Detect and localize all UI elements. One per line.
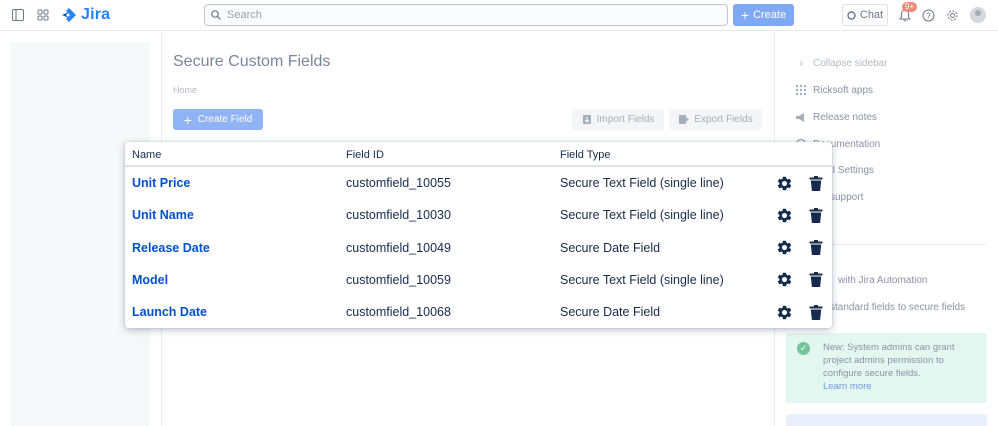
app-switcher-icon[interactable] bbox=[37, 9, 49, 21]
sidebar-item-ricksoft-apps[interactable]: Ricksoft apps bbox=[795, 84, 873, 96]
create-button-label: Create bbox=[753, 9, 786, 21]
plus-icon: + bbox=[184, 115, 192, 125]
info-notice: ✓ New: System admins can grant project a… bbox=[786, 333, 987, 403]
create-field-label: Create Field bbox=[198, 114, 252, 125]
field-name-link[interactable]: Launch Date bbox=[132, 305, 207, 319]
field-type: Secure Date Field bbox=[560, 241, 660, 255]
sidebar-item-label: with Jira Automation bbox=[838, 275, 928, 286]
collapse-sidebar-button[interactable]: › Collapse sidebar bbox=[795, 57, 888, 69]
notice-message: New: System admins can grant project adm… bbox=[823, 342, 954, 379]
field-name-link[interactable]: Release Date bbox=[132, 241, 210, 255]
field-name-link[interactable]: Unit Price bbox=[132, 176, 190, 190]
megaphone-icon bbox=[795, 111, 807, 123]
user-avatar[interactable] bbox=[970, 7, 986, 23]
create-button[interactable]: + Create bbox=[733, 4, 794, 26]
table-row: Launch Date customfield_10068 Secure Date … bbox=[125, 296, 832, 328]
column-header-name[interactable]: Name bbox=[132, 149, 161, 161]
settings-gear-icon[interactable] bbox=[775, 303, 793, 321]
import-fields-label: Import Fields bbox=[597, 114, 655, 125]
field-name-link[interactable]: Unit Name bbox=[132, 208, 194, 222]
field-type: Secure Text Field (single line) bbox=[560, 176, 724, 190]
column-header-field-type[interactable]: Field Type bbox=[560, 149, 611, 161]
check-circle-icon: ✓ bbox=[797, 342, 810, 355]
trash-icon[interactable] bbox=[807, 206, 825, 224]
search-box[interactable] bbox=[204, 4, 728, 26]
table-row: Model customfield_10059 Secure Text Field … bbox=[125, 264, 832, 296]
jira-logo[interactable]: Jira bbox=[61, 6, 110, 24]
field-id: customfield_10055 bbox=[346, 176, 451, 190]
sidebar-item-support[interactable]: support bbox=[830, 192, 863, 203]
plus-icon: + bbox=[741, 10, 749, 20]
create-field-button[interactable]: + Create Field bbox=[173, 109, 263, 130]
field-id: customfield_10059 bbox=[346, 273, 451, 287]
page-title: Secure Custom Fields bbox=[173, 53, 330, 71]
secure-fields-table-popup: Name Field ID Field Type Unit Price custo… bbox=[125, 142, 832, 328]
trash-icon[interactable] bbox=[807, 303, 825, 321]
field-type: Secure Text Field (single line) bbox=[560, 273, 724, 287]
chevron-right-icon: › bbox=[795, 57, 807, 69]
help-icon[interactable]: ? bbox=[921, 8, 935, 22]
table-row: Unit Name customfield_10030 Secure Text Fi… bbox=[125, 199, 832, 231]
field-type: Secure Date Field bbox=[560, 305, 660, 319]
export-fields-label: Export Fields bbox=[694, 114, 752, 125]
chat-button[interactable]: Chat bbox=[842, 4, 888, 26]
sidebar-item-label: standard fields to secure fields bbox=[830, 302, 965, 313]
settings-gear-icon[interactable] bbox=[775, 271, 793, 289]
trash-icon[interactable] bbox=[807, 239, 825, 257]
learn-more-link[interactable]: Learn more bbox=[823, 381, 872, 392]
product-name: Jira bbox=[81, 6, 110, 24]
column-header-field-id[interactable]: Field ID bbox=[346, 149, 384, 161]
sidebar-item-release-notes[interactable]: Release notes bbox=[795, 111, 877, 123]
sidebar-toggle-icon[interactable] bbox=[12, 9, 24, 21]
trash-icon[interactable] bbox=[807, 271, 825, 289]
field-name-link[interactable]: Model bbox=[132, 273, 168, 287]
sidebar-item-label: Ricksoft apps bbox=[813, 85, 873, 96]
top-navigation: Jira + Create Chat 9+ ? bbox=[0, 0, 998, 31]
export-fields-button[interactable]: Export Fields bbox=[669, 109, 762, 130]
notice-text: New: System admins can grant project adm… bbox=[823, 341, 973, 393]
grid-icon bbox=[795, 84, 807, 96]
breadcrumb-home[interactable]: Home bbox=[173, 85, 197, 95]
sidebar-item-secure-fields[interactable]: standard fields to secure fields bbox=[830, 302, 965, 313]
sidebar-item-label: Release notes bbox=[813, 112, 877, 123]
settings-gear-icon[interactable] bbox=[775, 174, 793, 192]
chat-icon bbox=[847, 11, 856, 20]
table-row: Release Date customfield_10049 Secure Date… bbox=[125, 232, 832, 264]
import-icon bbox=[582, 114, 592, 125]
field-id: customfield_10049 bbox=[346, 241, 451, 255]
info-panel bbox=[786, 414, 987, 426]
field-id: customfield_10068 bbox=[346, 305, 451, 319]
chat-label: Chat bbox=[860, 9, 883, 21]
settings-gear-icon[interactable] bbox=[775, 206, 793, 224]
trash-icon[interactable] bbox=[807, 174, 825, 192]
field-id: customfield_10030 bbox=[346, 208, 451, 222]
search-icon bbox=[211, 10, 221, 20]
notification-badge: 9+ bbox=[902, 2, 917, 12]
svg-text:?: ? bbox=[926, 11, 931, 20]
sidebar-item-label: support bbox=[830, 192, 863, 203]
collapse-sidebar-label: Collapse sidebar bbox=[813, 58, 888, 69]
field-type: Secure Text Field (single line) bbox=[560, 208, 724, 222]
import-fields-button[interactable]: Import Fields bbox=[572, 109, 664, 130]
search-input[interactable] bbox=[227, 9, 707, 21]
sidebar-item-jira-automation[interactable]: with Jira Automation bbox=[838, 275, 928, 286]
table-header: Name Field ID Field Type bbox=[125, 142, 832, 167]
export-icon bbox=[678, 114, 689, 125]
table-row: Unit Price customfield_10055 Secure Text F… bbox=[125, 167, 832, 199]
jira-logo-icon bbox=[61, 7, 77, 23]
settings-gear-icon[interactable] bbox=[775, 239, 793, 257]
settings-gear-icon[interactable] bbox=[945, 8, 959, 22]
